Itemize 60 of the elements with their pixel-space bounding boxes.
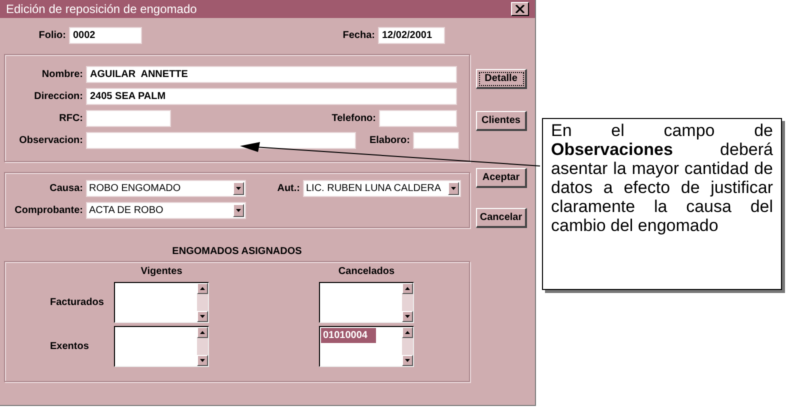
callout-text: En el campo de Observaciones deberá asentar la mayor cantidad de datos a efecto de justificar claramente la causa del cambio del engomado [551, 121, 773, 235]
dropdown[interactable]: ACTA DE ROBO [86, 202, 246, 219]
window-title: Edición de reposición de engomado [6, 1, 197, 18]
dropdown[interactable]: LIC. RUBEN LUNA CALDERA [303, 180, 461, 197]
field-label: Aut.: [276, 182, 300, 196]
list-box[interactable]: 01010004 [319, 326, 414, 367]
up-arrow-icon [405, 331, 410, 334]
text-field[interactable]: 2405 SEA PALM [86, 88, 457, 105]
scroll-down-button[interactable] [402, 311, 413, 322]
list-box[interactable] [114, 282, 209, 323]
field-label: Telefono: [330, 112, 376, 126]
scrollbar[interactable] [197, 327, 208, 366]
list-box[interactable] [319, 282, 414, 323]
scrollbar[interactable] [402, 283, 413, 322]
list-item[interactable]: 01010004 [321, 328, 376, 343]
scrollbar[interactable] [197, 283, 208, 322]
column-header: Vigentes [140, 265, 184, 279]
scroll-up-button[interactable] [197, 327, 208, 338]
down-arrow-icon [405, 359, 410, 362]
field-label: RFC: [58, 112, 83, 126]
text-field[interactable] [379, 110, 457, 127]
scroll-up-button[interactable] [402, 327, 413, 338]
field-label: Fecha: [342, 29, 375, 43]
down-arrow-icon [405, 315, 410, 318]
dialog-button[interactable]: Cancelar [476, 208, 527, 228]
text-field[interactable]: 0002 [69, 27, 142, 44]
row-label: Facturados [50, 296, 105, 310]
text-field[interactable]: AGUILAR ANNETTE [86, 66, 457, 83]
list-box[interactable] [114, 326, 209, 367]
close-icon [515, 5, 525, 13]
text-field[interactable] [86, 110, 171, 127]
dialog-button[interactable]: Detalle [476, 69, 527, 89]
close-button[interactable] [511, 2, 529, 16]
observation-field[interactable] [86, 132, 356, 149]
text-field[interactable] [413, 132, 459, 149]
scroll-down-button[interactable] [402, 355, 413, 366]
field-label: Comprobante: [14, 204, 83, 218]
field-label: Direccion: [33, 90, 83, 104]
dialog-button[interactable]: Aceptar [476, 168, 527, 188]
scrollbar[interactable] [402, 327, 413, 366]
field-label: Elaboro: [368, 134, 410, 148]
down-arrow-icon [200, 359, 205, 362]
field-label: Causa: [48, 182, 83, 196]
scroll-up-button[interactable] [197, 283, 208, 294]
up-arrow-icon [405, 287, 410, 290]
down-arrow-icon [200, 315, 205, 318]
scroll-down-button[interactable] [197, 355, 208, 366]
dialog-button[interactable]: Clientes [476, 111, 527, 131]
row-label: Exentos [50, 340, 90, 354]
dropdown[interactable]: ROBO ENGOMADO [86, 180, 246, 197]
scroll-down-button[interactable] [197, 311, 208, 322]
column-header: Cancelados [337, 265, 396, 279]
field-label: Observacion: [18, 134, 83, 148]
up-arrow-icon [200, 331, 205, 334]
field-label: Folio: [38, 29, 66, 43]
section-title: ENGOMADOS ASIGNADOS [171, 245, 303, 259]
field-label: Nombre: [40, 68, 83, 82]
scroll-up-button[interactable] [402, 283, 413, 294]
text-field[interactable]: 12/02/2001 [378, 27, 445, 44]
up-arrow-icon [200, 287, 205, 290]
